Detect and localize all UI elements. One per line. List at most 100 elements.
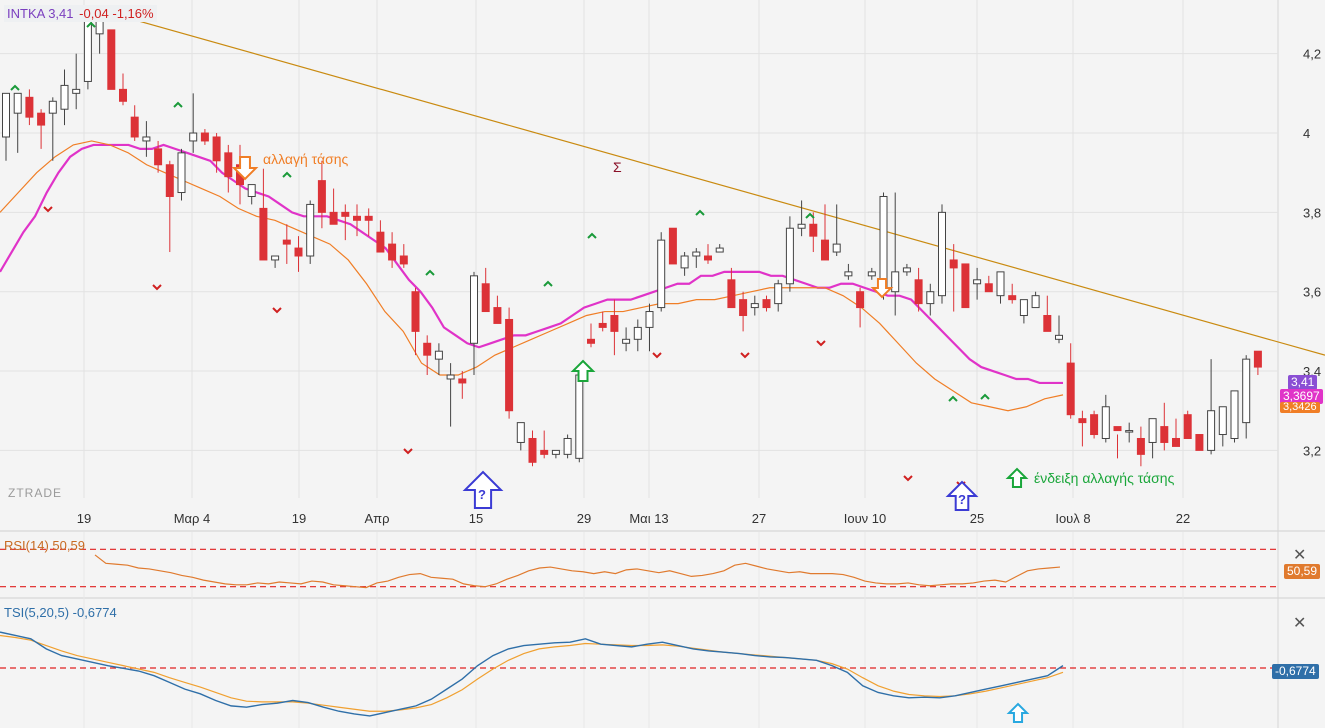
candle (610, 315, 619, 332)
candle (926, 291, 935, 305)
candle (72, 88, 81, 94)
candle (282, 239, 291, 245)
y-tick-label: 4 (1303, 126, 1310, 141)
candle (212, 136, 221, 162)
candle (107, 29, 116, 90)
candle (505, 318, 514, 412)
candle (399, 255, 408, 265)
header-symbol: INTKA (7, 6, 45, 21)
candle (1253, 350, 1262, 368)
candle (388, 243, 397, 261)
candle (1090, 414, 1099, 436)
candle (37, 112, 46, 126)
candle (1172, 437, 1180, 447)
candle (1031, 295, 1040, 309)
candle (2, 92, 10, 138)
rsi-close-icon[interactable]: ✕ (1293, 545, 1306, 564)
candle (1113, 426, 1122, 432)
x-tick-label: Μαρ 4 (174, 511, 211, 526)
tsi-label: TSI(5,20,5) -0,6774 (4, 605, 117, 620)
candle (715, 247, 724, 253)
candle (528, 437, 537, 463)
candle (376, 231, 385, 253)
rsi-label: RSI(14) 50,59 (4, 538, 85, 553)
candle (727, 279, 736, 309)
candle (200, 132, 209, 142)
candle (891, 271, 900, 293)
candle (692, 251, 701, 257)
header-change: -0,04 -1,16% (79, 6, 154, 21)
candle (551, 449, 560, 455)
candle (704, 255, 712, 261)
candle (575, 374, 584, 459)
x-tick-label: Απρ (364, 511, 389, 526)
candle (154, 148, 163, 166)
candle (364, 215, 373, 221)
candle (341, 211, 350, 217)
candle (1066, 362, 1075, 416)
x-tick-label: Ιουλ 8 (1055, 511, 1090, 526)
candle (1183, 414, 1192, 439)
candle (1148, 418, 1157, 443)
x-tick-label: 19 (77, 511, 91, 526)
question-mark-1: ? (478, 487, 486, 502)
candle (446, 374, 455, 380)
y-tick-label: 3,6 (1303, 285, 1321, 300)
candle (423, 342, 432, 356)
candle (119, 88, 127, 102)
candle (879, 195, 888, 293)
trend-change-signal-label: ένδειξη αλλαγής τάσης (1034, 470, 1175, 486)
tsi-value-tag: -0,6774 (1272, 664, 1319, 679)
candle (750, 303, 759, 309)
candle (1207, 410, 1216, 451)
y-tick-label: 3,8 (1303, 205, 1321, 220)
candle (1078, 418, 1087, 424)
price-chart[interactable]: 19 Μαρ 4 19 Απρ 15 29 Μαι 13 27 Ιουν 10 25 Ιουλ 8 2… (0, 0, 1325, 728)
candle (306, 203, 315, 257)
candle (189, 132, 198, 142)
last-price-tag: 3,41 (1288, 375, 1318, 390)
candle (563, 437, 572, 455)
candle (1230, 390, 1239, 439)
ema-slow-tag: 3,3426 (1280, 402, 1320, 413)
candle (668, 227, 677, 265)
candle (867, 271, 876, 277)
candle (540, 449, 549, 455)
candle (1019, 299, 1028, 317)
question-mark-2: ? (958, 492, 966, 507)
candle (317, 180, 326, 213)
candle (961, 263, 970, 309)
candle (832, 243, 841, 253)
trend-change-label: αλλαγή τάσης (263, 151, 349, 167)
candle (1218, 406, 1227, 436)
candle (411, 291, 420, 332)
candle (294, 247, 303, 257)
candle (680, 255, 689, 269)
candle (821, 239, 829, 261)
candle (1101, 406, 1110, 439)
candle (142, 136, 151, 142)
x-tick-label: 15 (469, 511, 483, 526)
candle (329, 211, 338, 225)
candle (949, 259, 958, 269)
candle (914, 279, 923, 305)
candle (809, 223, 818, 237)
candle (938, 211, 946, 297)
tsi-close-icon[interactable]: ✕ (1293, 613, 1306, 632)
candle (984, 283, 993, 293)
candle (797, 223, 806, 229)
candle (996, 271, 1005, 297)
candle (657, 239, 666, 309)
candle (247, 184, 256, 197)
candle (48, 100, 57, 114)
candle (1125, 430, 1134, 433)
candle (60, 84, 69, 110)
x-tick-label: 19 (292, 511, 306, 526)
header-quote: INTKA 3,41 -0,04 -1,16% (4, 5, 157, 22)
x-tick-label: 25 (970, 511, 984, 526)
candle (844, 271, 853, 277)
candle (1160, 426, 1169, 443)
candle (1055, 334, 1063, 340)
candle (165, 164, 174, 197)
header-last: 3,41 (48, 6, 74, 21)
